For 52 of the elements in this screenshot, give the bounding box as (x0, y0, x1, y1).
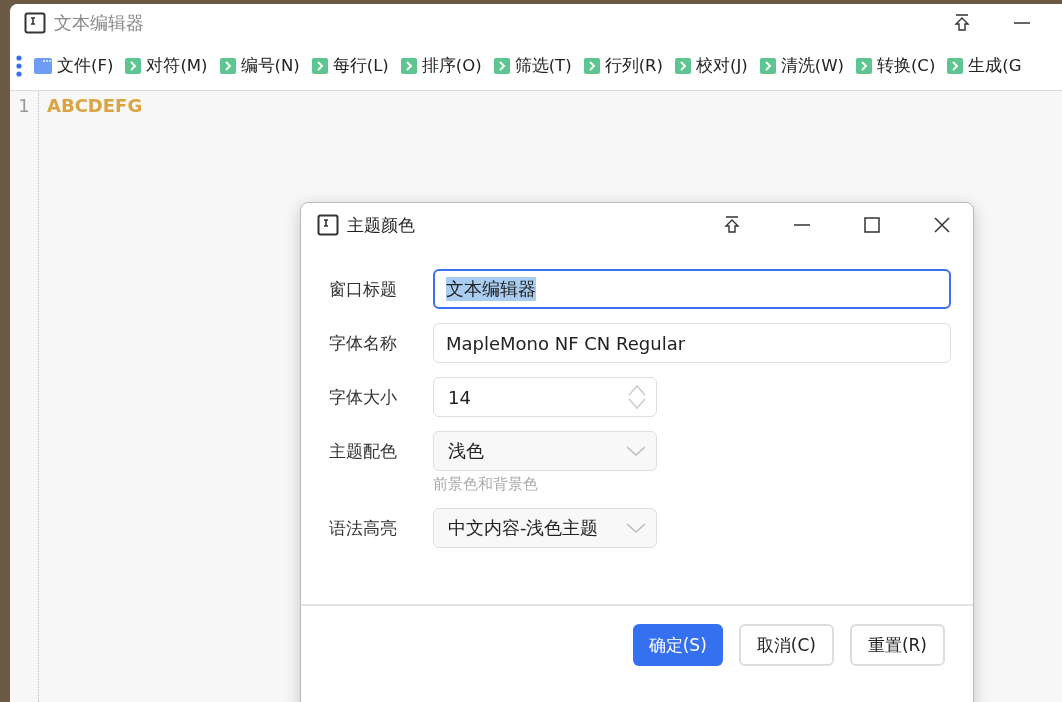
menu-item[interactable]: 筛选(T) (493, 55, 572, 77)
chevron-right-icon (675, 58, 691, 74)
code-line: ABCDEFG (47, 95, 143, 116)
chevron-right-icon (311, 58, 328, 74)
menu-item[interactable]: 编号(N) (219, 55, 300, 77)
chevron-right-icon (855, 58, 872, 74)
confirm-button[interactable]: 确定(S) (632, 624, 723, 666)
chevron-right-icon (219, 58, 236, 74)
app-icon (317, 214, 339, 236)
menu-item[interactable]: 转换(C) (855, 55, 936, 77)
pin-on-top-icon (954, 14, 970, 32)
field-label: 字体大小 (329, 386, 398, 409)
pin-on-top-icon (724, 216, 740, 234)
chevron-right-icon (493, 58, 510, 74)
chevron-right-icon (947, 58, 964, 74)
dialog-button[interactable]: 重置(R) (849, 624, 945, 666)
dropdown[interactable]: 中文内容-浅色主题 (433, 508, 657, 548)
menu-item[interactable]: 对符(M) (125, 55, 208, 77)
app-icon (24, 12, 46, 34)
chevron-down-icon (626, 523, 646, 533)
text-field[interactable]: 文本编辑器 (433, 269, 951, 309)
menu-item[interactable]: 生成(G (947, 55, 1022, 77)
more-icon[interactable] (16, 55, 22, 77)
field-hint: 前景色和背景色 (433, 475, 539, 494)
chevron-right-icon (583, 58, 600, 74)
dropdown[interactable]: 浅色 (433, 431, 657, 471)
field-label: 窗口标题 (329, 278, 398, 301)
menu-item[interactable]: 每行(L) (311, 55, 389, 77)
minimize-icon (1014, 22, 1030, 24)
minimize-icon (794, 224, 810, 226)
menu-item[interactable]: 文件(F) (34, 55, 114, 77)
line-number: 1 (18, 95, 30, 116)
chevron-down-icon (626, 446, 646, 456)
menu-item[interactable]: 行列(R) (583, 55, 663, 77)
field-label: 字体名称 (329, 332, 398, 355)
chevron-right-icon (759, 58, 776, 74)
maximize-icon (864, 217, 880, 233)
spin-arrows-icon (628, 384, 646, 410)
number-field[interactable]: 14 (433, 377, 657, 417)
chevron-right-icon (400, 58, 417, 74)
window-title: 文本编辑器 (54, 11, 145, 35)
dialog-title: 主题颜色 (347, 213, 416, 237)
field-label: 语法高亮 (329, 517, 398, 540)
menu-item[interactable]: 校对(J) (675, 55, 748, 77)
menu-item[interactable]: 排序(O) (400, 55, 482, 77)
menu-item[interactable]: 清洗(W) (759, 55, 844, 77)
close-icon (934, 217, 950, 233)
window-icon (34, 58, 52, 74)
chevron-right-icon (125, 58, 142, 74)
text-field[interactable]: MapleMono NF CN Regular (433, 323, 951, 363)
dialog-button[interactable]: 取消(C) (738, 624, 834, 666)
field-label: 主题配色 (329, 440, 398, 463)
